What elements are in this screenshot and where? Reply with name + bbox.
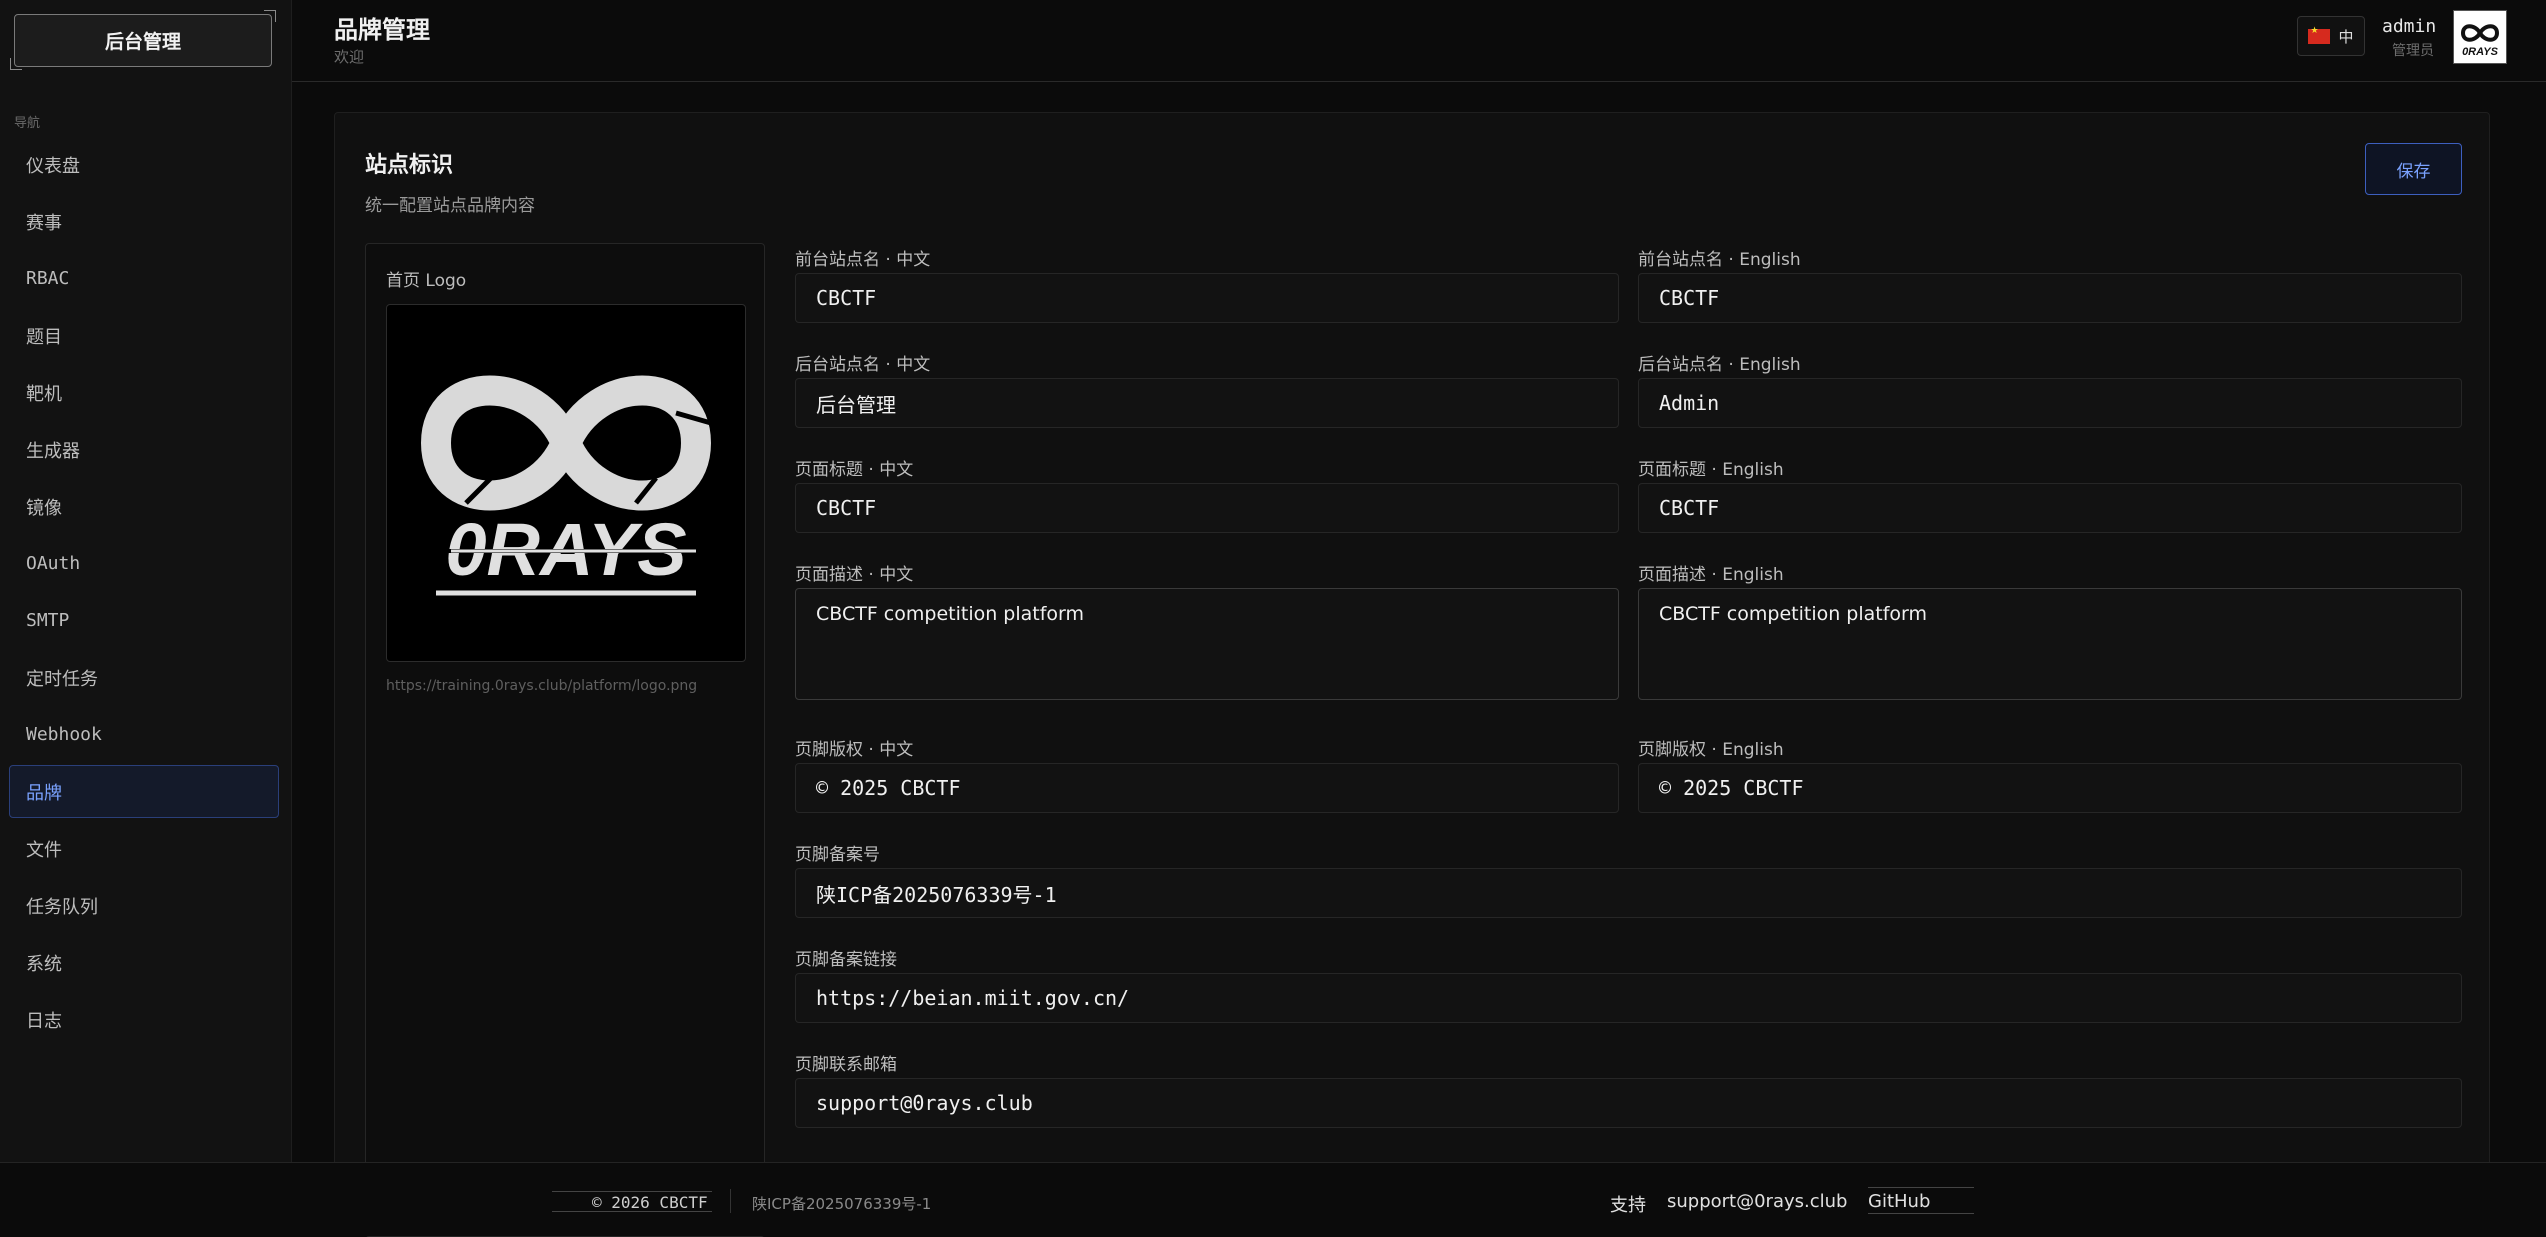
page-title-zh-label: 页面标题 · 中文 (795, 460, 914, 480)
sidebar-item-webhook[interactable]: Webhook (9, 708, 279, 761)
footer-divider (552, 1191, 712, 1192)
admin-brand-button[interactable]: 后台管理 (14, 14, 272, 67)
footer-copyright: © 2026 CBCTF (592, 1193, 708, 1212)
logo-url-text: https://training.0rays.club/platform/log… (386, 678, 698, 694)
nav-section-title: 导航 (14, 116, 41, 131)
avatar[interactable]: 0RAYS (2453, 10, 2507, 64)
logo-panel: 首页 Logo 0RAYS https://training.0rays.clu… (365, 243, 765, 1237)
sidebar-item-contests[interactable]: 赛事 (9, 195, 279, 248)
footer-support-label: 支持 (1610, 1195, 1646, 1216)
admin-name-en-input[interactable]: Admin (1638, 378, 2462, 428)
page-desc-zh-textarea[interactable]: CBCTF competition platform (795, 588, 1619, 700)
footer-email-label: 页脚联系邮箱 (795, 1055, 897, 1075)
footer-icp-link-label: 页脚备案链接 (795, 950, 897, 970)
site-identity-card: 站点标识 统一配置站点品牌内容 保存 首页 Logo 0RAYS https:/… (334, 112, 2490, 1237)
page-desc-en-textarea[interactable]: CBCTF competition platform (1638, 588, 2462, 700)
admin-name-zh-input[interactable]: 后台管理 (795, 378, 1619, 428)
sidebar-item-files[interactable]: 文件 (9, 822, 279, 875)
footer-copyright-zh-input[interactable]: © 2025 CBCTF (795, 763, 1619, 813)
page-title-en-label: 页面标题 · English (1638, 460, 1784, 480)
user-name: admin (2382, 16, 2437, 37)
front-name-en-input[interactable]: CBCTF (1638, 273, 2462, 323)
sidebar-nav: 仪表盘 赛事 RBAC 题目 靶机 生成器 镜像 OAuth SMTP 定时任务… (9, 138, 279, 1050)
footer-icp-link-input[interactable]: https://beian.miit.gov.cn/ (795, 973, 2462, 1023)
footer-github-link[interactable]: GitHub (1868, 1191, 1930, 1212)
footer-icp-label: 页脚备案号 (795, 845, 880, 865)
sidebar-item-rbac[interactable]: RBAC (9, 252, 279, 305)
footer-copyright-zh-label: 页脚版权 · 中文 (795, 740, 914, 760)
sidebar-item-oauth[interactable]: OAuth (9, 537, 279, 590)
footer-separator (730, 1189, 731, 1213)
page-footer: © 2026 CBCTF 陕ICP备2025076339号-1 支持 suppo… (0, 1162, 2546, 1236)
footer-icp-link[interactable]: 陕ICP备2025076339号-1 (752, 1193, 931, 1214)
front-name-zh-input[interactable]: CBCTF (795, 273, 1619, 323)
save-button[interactable]: 保存 (2365, 143, 2462, 195)
sidebar-item-challenges[interactable]: 题目 (9, 309, 279, 362)
svg-text:0RAYS: 0RAYS (2462, 46, 2499, 58)
footer-divider (1868, 1213, 1974, 1214)
language-label: 中 (2338, 27, 2354, 46)
sidebar-item-generators[interactable]: 生成器 (9, 423, 279, 476)
page-desc-en-label: 页面描述 · English (1638, 565, 1784, 585)
sidebar-item-logs[interactable]: 日志 (9, 993, 279, 1046)
sidebar-item-targets[interactable]: 靶机 (9, 366, 279, 419)
footer-copyright-en-label: 页脚版权 · English (1638, 740, 1784, 760)
footer-email-input[interactable]: support@0rays.club (795, 1078, 2462, 1128)
sidebar: 后台管理 导航 仪表盘 赛事 RBAC 题目 靶机 生成器 镜像 OAuth S… (0, 0, 292, 1236)
0rays-logo-icon: 0RAYS (2460, 24, 2500, 58)
admin-name-zh-label: 后台站点名 · 中文 (795, 355, 931, 375)
footer-email-link[interactable]: support@0rays.club (1667, 1191, 1847, 1212)
sidebar-item-images[interactable]: 镜像 (9, 480, 279, 533)
front-name-zh-label: 前台站点名 · 中文 (795, 250, 931, 270)
card-description: 统一配置站点品牌内容 (365, 196, 535, 216)
sidebar-item-dashboard[interactable]: 仪表盘 (9, 138, 279, 191)
logo-upload-box[interactable]: 0RAYS (386, 304, 746, 662)
top-header: 品牌管理 欢迎 中 admin 管理员 0RAYS (292, 0, 2546, 82)
page-title-en-input[interactable]: CBCTF (1638, 483, 2462, 533)
sidebar-item-smtp[interactable]: SMTP (9, 594, 279, 647)
china-flag-icon (2308, 26, 2331, 44)
sidebar-item-system[interactable]: 系统 (9, 936, 279, 989)
footer-icp-input[interactable]: 陕ICP备2025076339号-1 (795, 868, 2462, 918)
footer-copyright-en-input[interactable]: © 2025 CBCTF (1638, 763, 2462, 813)
sidebar-item-cron[interactable]: 定时任务 (9, 651, 279, 704)
language-switch-button[interactable]: 中 (2297, 16, 2365, 56)
page-title: 品牌管理 (334, 16, 430, 44)
page-subtitle: 欢迎 (334, 48, 365, 66)
logo-label: 首页 Logo (386, 271, 467, 291)
footer-divider (1868, 1187, 1974, 1188)
page-title-zh-input[interactable]: CBCTF (795, 483, 1619, 533)
page-desc-zh-label: 页面描述 · 中文 (795, 565, 914, 585)
front-name-en-label: 前台站点名 · English (1638, 250, 1801, 270)
sidebar-item-brand[interactable]: 品牌 (9, 765, 279, 818)
user-role: 管理员 (2392, 43, 2434, 59)
card-title: 站点标识 (365, 153, 454, 178)
0rays-logo-image-icon: 0RAYS (420, 375, 712, 596)
sidebar-item-queue[interactable]: 任务队列 (9, 879, 279, 932)
admin-name-en-label: 后台站点名 · English (1638, 355, 1801, 375)
